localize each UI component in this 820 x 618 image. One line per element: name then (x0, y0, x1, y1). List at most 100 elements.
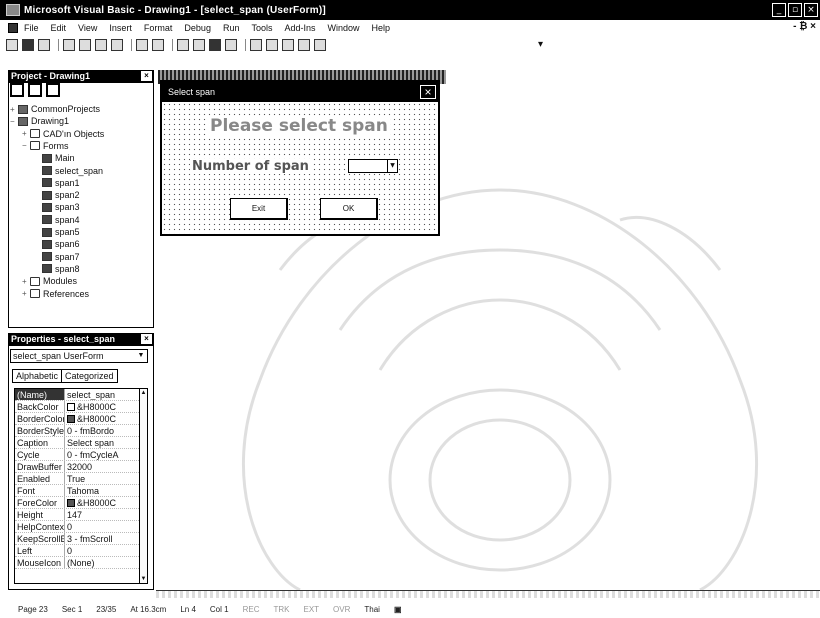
properties-window-icon[interactable] (266, 39, 278, 51)
tree-item[interactable]: span5 (34, 227, 80, 237)
find-icon[interactable] (111, 39, 123, 51)
property-row[interactable]: MouseIcon (None) (15, 557, 147, 569)
userform-close-icon[interactable]: × (420, 85, 436, 99)
status-ovr[interactable]: OVR (333, 605, 350, 614)
property-row[interactable]: Enabled True (15, 473, 147, 485)
tree-item[interactable]: + CAD'ın Objects (22, 129, 104, 139)
object-browser-icon[interactable] (282, 39, 294, 51)
property-row[interactable]: Caption Select span (15, 437, 147, 449)
tree-item[interactable]: + References (22, 289, 89, 299)
tree-item[interactable]: span8 (34, 264, 80, 274)
expand-toggle-icon[interactable]: + (22, 277, 30, 286)
property-row[interactable]: BorderStyle 0 - fmBordo (15, 425, 147, 437)
property-value[interactable]: 3 - fmScroll (65, 533, 147, 544)
property-value[interactable]: &H8000C (65, 497, 147, 508)
menu-file[interactable]: File (24, 23, 39, 33)
menu-edit[interactable]: Edit (51, 23, 67, 33)
property-value[interactable]: 0 (65, 521, 147, 532)
tab-categorized[interactable]: Categorized (62, 369, 118, 383)
close-button[interactable]: × (804, 3, 818, 17)
tree-item[interactable]: span1 (34, 178, 80, 188)
property-row[interactable]: Font Tahoma (15, 485, 147, 497)
run-icon[interactable] (177, 39, 189, 51)
property-row[interactable]: DrawBuffer 32000 (15, 461, 147, 473)
design-mode-icon[interactable] (225, 39, 237, 51)
number-of-span-label[interactable]: Number of span (190, 159, 311, 174)
cut-icon[interactable] (63, 39, 75, 51)
spelling-status-icon[interactable]: ▣ (394, 605, 402, 614)
chevron-down-icon[interactable]: ▼ (136, 351, 146, 361)
menu-add-ins[interactable]: Add-Ins (284, 23, 315, 33)
tree-item[interactable]: − Drawing1 (10, 116, 69, 126)
toolbox-icon[interactable] (298, 39, 310, 51)
menu-tools[interactable]: Tools (251, 23, 272, 33)
tree-item[interactable]: span4 (34, 215, 80, 225)
tree-item[interactable]: span6 (34, 239, 80, 249)
scroll-down-icon[interactable]: ▼ (140, 575, 147, 583)
property-value[interactable]: 32000 (65, 461, 147, 472)
status-trk[interactable]: TRK (273, 605, 289, 614)
tab-alphabetic[interactable]: Alphabetic (12, 369, 63, 383)
tree-item[interactable]: − Forms (22, 141, 69, 151)
expand-toggle-icon[interactable]: + (22, 289, 30, 298)
property-value[interactable]: 147 (65, 509, 147, 520)
menu-view[interactable]: View (78, 23, 97, 33)
property-row[interactable]: BackColor &H8000C (15, 401, 147, 413)
menu-insert[interactable]: Insert (109, 23, 132, 33)
tree-item[interactable]: span2 (34, 190, 80, 200)
expand-toggle-icon[interactable]: − (10, 117, 18, 126)
status-ext[interactable]: EXT (303, 605, 319, 614)
tree-item[interactable]: + CommonProjects (10, 104, 100, 114)
document-window-controls[interactable]: - ₿ × (793, 21, 816, 32)
tree-item[interactable]: + Modules (22, 276, 77, 286)
save-icon[interactable] (38, 39, 50, 51)
property-value[interactable]: Tahoma (65, 485, 147, 496)
view-object-icon[interactable] (28, 83, 42, 97)
userform-designer[interactable]: Select span × Please select span Number … (160, 80, 440, 236)
view-host-icon[interactable] (6, 39, 18, 51)
property-row[interactable]: KeepScrollBar3 - fmScroll (15, 533, 147, 545)
menu-run[interactable]: Run (223, 23, 240, 33)
help-icon[interactable] (314, 39, 326, 51)
properties-close-button[interactable]: × (141, 334, 152, 344)
span-combobox[interactable]: ▼ (348, 159, 398, 173)
menu-debug[interactable]: Debug (184, 23, 211, 33)
property-row[interactable]: BorderColor &H8000C (15, 413, 147, 425)
tree-item[interactable]: span7 (34, 252, 80, 262)
tree-item[interactable]: span3 (34, 202, 80, 212)
property-value[interactable]: (None) (65, 557, 147, 568)
expand-toggle-icon[interactable]: + (22, 129, 30, 138)
tree-item[interactable]: Main (34, 153, 75, 163)
document-icon[interactable] (8, 23, 18, 33)
property-row[interactable]: Left 0 (15, 545, 147, 557)
property-value[interactable]: 0 - fmBordo (65, 425, 147, 436)
properties-object-combo[interactable]: select_span UserForm ▼ (10, 349, 148, 363)
property-row[interactable]: HelpContextID0 (15, 521, 147, 533)
copy-icon[interactable] (79, 39, 91, 51)
menu-window[interactable]: Window (328, 23, 360, 33)
redo-icon[interactable] (152, 39, 164, 51)
paste-icon[interactable] (95, 39, 107, 51)
undo-icon[interactable] (136, 39, 148, 51)
property-row[interactable]: Height 147 (15, 509, 147, 521)
property-value[interactable]: True (65, 473, 147, 484)
ok-button[interactable]: OK (320, 198, 378, 220)
property-row[interactable]: ForeColor &H8000C (15, 497, 147, 509)
property-row[interactable]: (Name) select_span (15, 389, 147, 401)
menu-format[interactable]: Format (144, 23, 173, 33)
expand-toggle-icon[interactable]: − (22, 141, 30, 150)
project-explorer-close-button[interactable]: × (141, 71, 152, 81)
workspace-scrollbar[interactable] (156, 590, 820, 598)
property-row[interactable]: Cycle 0 - fmCycleA (15, 449, 147, 461)
exit-button[interactable]: Exit (230, 198, 288, 220)
menu-help[interactable]: Help (372, 23, 391, 33)
property-value[interactable]: &H8000C (65, 401, 147, 412)
scroll-up-icon[interactable]: ▲ (140, 389, 147, 397)
property-value[interactable]: 0 - fmCycleA (65, 449, 147, 460)
minimize-button[interactable]: _ (772, 3, 786, 17)
toggle-folders-icon[interactable] (46, 83, 60, 97)
view-code-icon[interactable] (10, 83, 24, 97)
break-icon[interactable] (193, 39, 205, 51)
status-rec[interactable]: REC (243, 605, 260, 614)
insert-userform-icon[interactable] (22, 39, 34, 51)
